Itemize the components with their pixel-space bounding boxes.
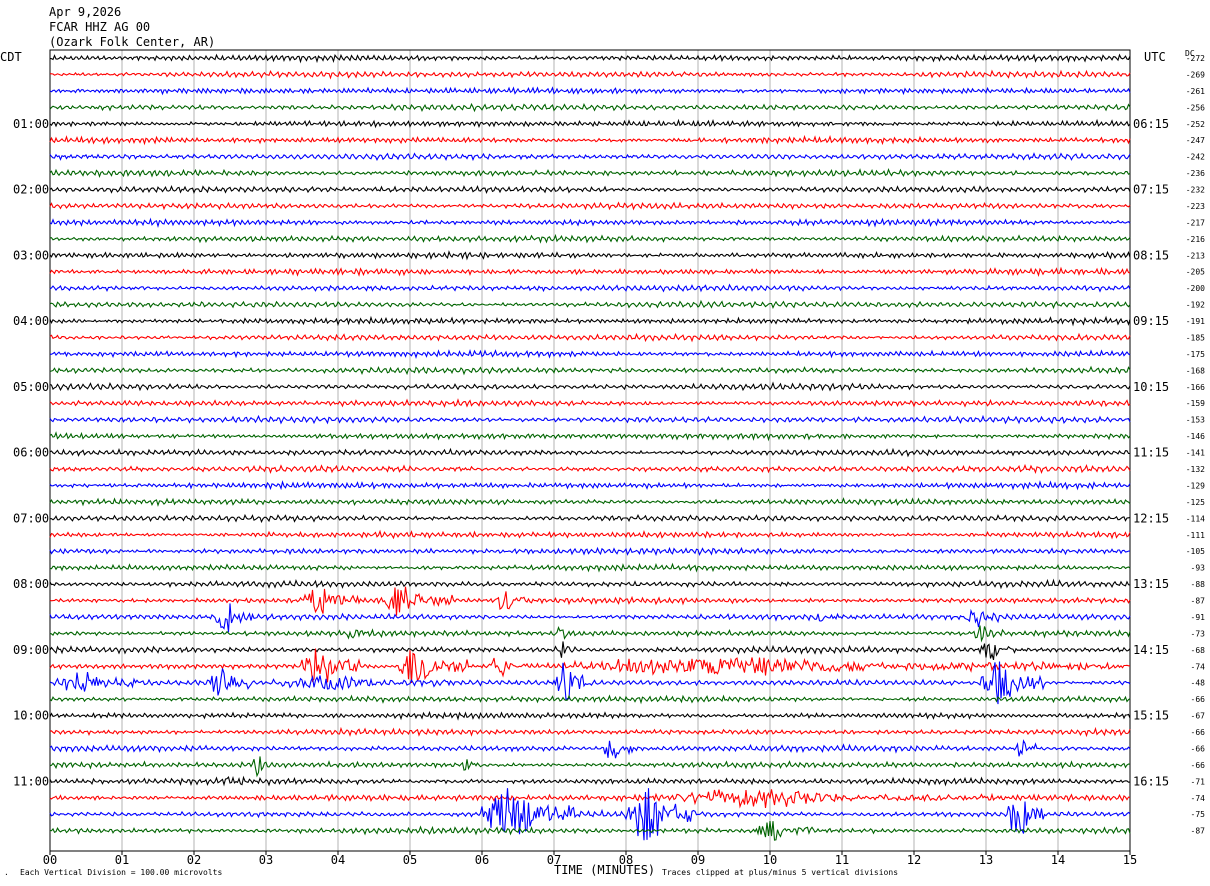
right-time-label: 07:15 bbox=[1133, 183, 1169, 197]
left-time-label: 03:00 bbox=[13, 248, 49, 262]
dc-offset-label: -272 bbox=[1186, 54, 1205, 63]
dc-offset-label: -93 bbox=[1191, 564, 1206, 573]
dc-offset-label: -71 bbox=[1191, 777, 1206, 786]
dc-offset-label: -185 bbox=[1186, 333, 1205, 342]
dc-offset-label: -153 bbox=[1186, 416, 1205, 425]
dc-offset-label: -166 bbox=[1186, 383, 1205, 392]
dc-offset-label: -247 bbox=[1186, 136, 1205, 145]
dc-offset-label: -216 bbox=[1186, 235, 1205, 244]
header-station: FCAR HHZ AG 00 bbox=[49, 20, 150, 34]
x-tick-label: 13 bbox=[979, 853, 993, 867]
dc-offset-label: -256 bbox=[1186, 103, 1205, 112]
x-tick-label: 09 bbox=[691, 853, 705, 867]
dc-offset-label: -223 bbox=[1186, 202, 1205, 211]
left-time-label: 07:00 bbox=[13, 511, 49, 525]
right-time-label: 14:15 bbox=[1133, 643, 1169, 657]
dc-offset-label: -192 bbox=[1186, 301, 1205, 310]
dc-offset-label: -66 bbox=[1191, 728, 1206, 737]
x-tick-label: 01 bbox=[115, 853, 129, 867]
x-tick-label: 10 bbox=[763, 853, 777, 867]
x-tick-label: 04 bbox=[331, 853, 345, 867]
dc-offset-label: -217 bbox=[1186, 218, 1205, 227]
right-time-label: 09:15 bbox=[1133, 314, 1169, 328]
left-time-label: 01:00 bbox=[13, 117, 49, 131]
right-time-label: 06:15 bbox=[1133, 117, 1169, 131]
dc-offset-label: -191 bbox=[1186, 317, 1205, 326]
dc-offset-label: -141 bbox=[1186, 449, 1205, 458]
left-time-label: 11:00 bbox=[13, 774, 49, 788]
dc-offset-label: -125 bbox=[1186, 498, 1205, 507]
dc-offset-label: -261 bbox=[1186, 87, 1205, 96]
dc-offset-label: -205 bbox=[1186, 268, 1205, 277]
dc-offset-label: -74 bbox=[1191, 794, 1206, 803]
right-time-label: 16:15 bbox=[1133, 774, 1169, 788]
left-time-label: 04:00 bbox=[13, 314, 49, 328]
left-time-label: 05:00 bbox=[13, 380, 49, 394]
dc-offset-label: -200 bbox=[1186, 284, 1205, 293]
x-tick-label: 02 bbox=[187, 853, 201, 867]
dc-offset-label: -66 bbox=[1191, 695, 1206, 704]
dc-offset-label: -74 bbox=[1191, 662, 1206, 671]
dc-offset-label: -67 bbox=[1191, 712, 1206, 721]
corner-mark: . bbox=[4, 868, 9, 877]
dc-offset-label: -114 bbox=[1186, 514, 1205, 523]
dc-offset-label: -88 bbox=[1191, 580, 1206, 589]
dc-offset-label: -87 bbox=[1191, 597, 1206, 606]
dc-offset-label: -91 bbox=[1191, 613, 1206, 622]
x-tick-label: 12 bbox=[907, 853, 921, 867]
left-time-label: 02:00 bbox=[13, 183, 49, 197]
right-time-label: 08:15 bbox=[1133, 248, 1169, 262]
dc-offset-label: -252 bbox=[1186, 120, 1205, 129]
right-time-label: 11:15 bbox=[1133, 446, 1169, 460]
right-time-label: 12:15 bbox=[1133, 511, 1169, 525]
dc-offset-label: -87 bbox=[1191, 827, 1206, 836]
x-tick-label: 11 bbox=[835, 853, 849, 867]
dc-offset-label: -68 bbox=[1191, 646, 1206, 655]
helicorder-chart: Apr 9,2026 FCAR HHZ AG 00 (Ozark Folk Ce… bbox=[0, 0, 1210, 886]
dc-offset-label: -66 bbox=[1191, 761, 1206, 770]
x-tick-label: 06 bbox=[475, 853, 489, 867]
right-time-label: 15:15 bbox=[1133, 709, 1169, 723]
dc-offset-label: -175 bbox=[1186, 350, 1205, 359]
right-time-label: 10:15 bbox=[1133, 380, 1169, 394]
dc-offset-label: -159 bbox=[1186, 399, 1205, 408]
dc-offset-label: -73 bbox=[1191, 629, 1206, 638]
dc-offset-label: -105 bbox=[1186, 547, 1205, 556]
dc-offset-label: -213 bbox=[1186, 251, 1205, 260]
left-time-label: 09:00 bbox=[13, 643, 49, 657]
x-tick-label: 14 bbox=[1051, 853, 1065, 867]
right-timezone-label: UTC bbox=[1144, 50, 1166, 64]
scale-note: Each Vertical Division = 100.00 microvol… bbox=[20, 868, 222, 877]
dc-offset-label: -75 bbox=[1191, 810, 1206, 819]
left-time-label: 08:00 bbox=[13, 577, 49, 591]
header-location: (Ozark Folk Center, AR) bbox=[49, 35, 215, 49]
x-tick-label: 05 bbox=[403, 853, 417, 867]
dc-offset-label: -48 bbox=[1191, 679, 1206, 688]
x-axis-title: TIME (MINUTES) bbox=[554, 863, 655, 877]
header-date: Apr 9,2026 bbox=[49, 5, 121, 19]
dc-offset-label: -242 bbox=[1186, 153, 1205, 162]
dc-offset-label: -146 bbox=[1186, 432, 1205, 441]
dc-offset-label: -269 bbox=[1186, 70, 1205, 79]
left-timezone-label: CDT bbox=[0, 50, 22, 64]
dc-offset-label: -129 bbox=[1186, 481, 1205, 490]
x-tick-label: 15 bbox=[1123, 853, 1137, 867]
x-tick-label: 00 bbox=[43, 853, 57, 867]
dc-offset-label: -66 bbox=[1191, 744, 1206, 753]
dc-offset-label: -168 bbox=[1186, 366, 1205, 375]
left-time-label: 10:00 bbox=[13, 709, 49, 723]
x-tick-label: 03 bbox=[259, 853, 273, 867]
dc-offset-label: -111 bbox=[1186, 531, 1205, 540]
clip-note: Traces clipped at plus/minus 5 vertical … bbox=[662, 868, 898, 877]
left-time-label: 06:00 bbox=[13, 446, 49, 460]
dc-offset-label: -132 bbox=[1186, 465, 1205, 474]
dc-offset-label: -232 bbox=[1186, 186, 1205, 195]
dc-offset-label: -236 bbox=[1186, 169, 1205, 178]
right-time-label: 13:15 bbox=[1133, 577, 1169, 591]
